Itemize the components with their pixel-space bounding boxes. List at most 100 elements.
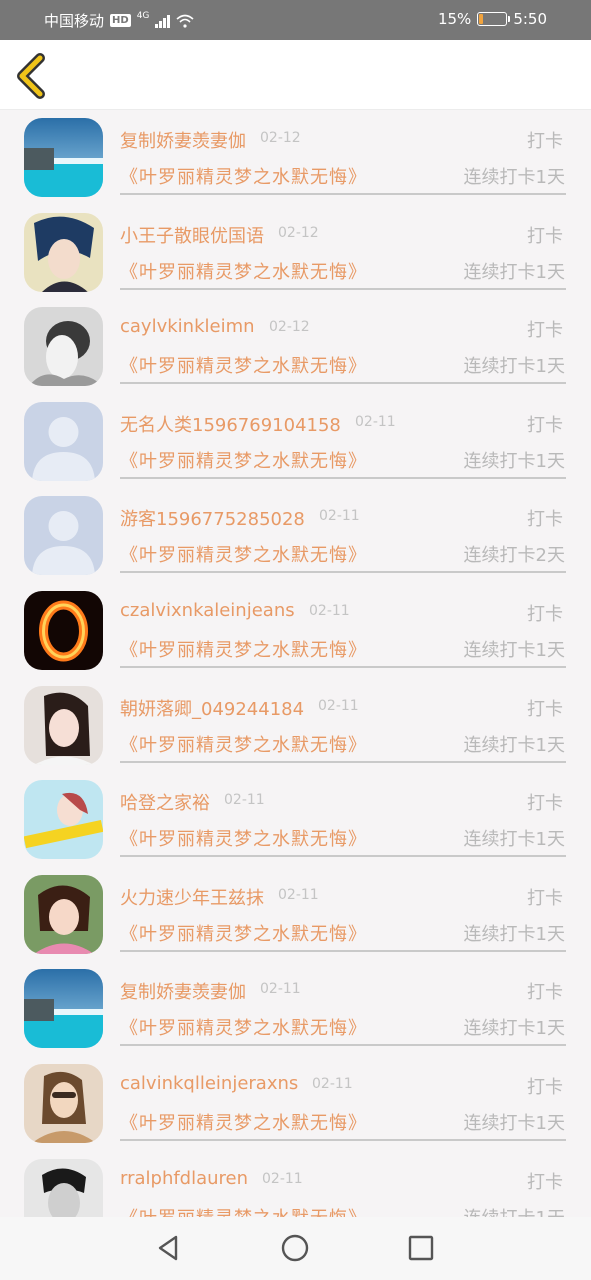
checkin-label: 打卡	[527, 1077, 563, 1098]
streak-label: 连续打卡1天	[463, 734, 565, 756]
checkin-label: 打卡	[527, 793, 563, 815]
list-item[interactable]: caylvkinkleimn 02-12 打卡《叶罗丽精灵梦之水默无悔》 连续打卡1天	[0, 302, 591, 397]
user-name[interactable]: 复制娇妻羡妻伽	[120, 978, 246, 1004]
checkin-label: 打卡	[527, 131, 563, 152]
avatar[interactable]	[24, 780, 103, 860]
streak-label: 连续打卡1天	[463, 450, 565, 472]
avatar[interactable]	[24, 307, 103, 387]
divider	[120, 287, 566, 290]
checkin-date: 02-11	[260, 981, 301, 998]
checkin-date: 02-11	[224, 792, 265, 809]
checkin-label: 打卡	[527, 509, 563, 531]
list-item[interactable]: czalvixnkaleinjeans 02-11 打卡 《叶罗丽精灵梦之水默无悔》 连…	[0, 586, 591, 681]
checkin-date: 02-11	[318, 697, 359, 714]
list-item[interactable]: 哈登之家裕 02-11 打卡《叶罗丽精灵梦之水默无悔》 连续打卡1天	[0, 775, 591, 870]
user-name[interactable]: caylvkinkleimn	[120, 316, 255, 337]
list-item[interactable]: 复制娇妻羡妻伽 02-11 打卡《叶罗丽精灵梦之水默无悔》 连续打卡1天	[0, 964, 591, 1059]
system-nav-bar	[0, 1217, 591, 1280]
avatar[interactable]	[24, 118, 103, 197]
divider	[120, 949, 566, 952]
list-item[interactable]: 朝妍落卿_049244184 02-11 打卡《叶罗丽精灵梦之水默无悔》 连续打卡1天	[0, 681, 591, 776]
user-name[interactable]: calvinkqlleinjeraxns	[120, 1073, 298, 1094]
book-title: 《叶罗丽精灵梦之水默无悔》	[120, 829, 367, 851]
checkin-label: 打卡	[527, 982, 563, 1004]
hd-badge: HD	[110, 14, 131, 27]
book-title: 《叶罗丽精灵梦之水默无悔》	[120, 734, 367, 756]
user-name[interactable]: 复制娇妻羡妻伽	[120, 127, 246, 153]
avatar[interactable]	[24, 874, 103, 954]
streak-label: 连续打卡1天	[463, 356, 565, 378]
book-title: 《叶罗丽精灵梦之水默无悔》	[120, 450, 367, 472]
divider	[120, 760, 566, 763]
battery-icon	[477, 12, 511, 26]
streak-label: 连续打卡2天	[463, 545, 565, 567]
square-recents-icon[interactable]	[406, 1233, 436, 1263]
divider	[120, 1044, 566, 1047]
avatar[interactable]	[24, 496, 103, 576]
network-type: 4G	[136, 10, 150, 21]
battery-percent: 15%	[437, 10, 472, 28]
user-name[interactable]: 哈登之家裕	[120, 789, 210, 815]
avatar[interactable]	[24, 1064, 103, 1143]
user-name[interactable]: 无名人类1596769104158	[120, 411, 341, 437]
divider	[120, 476, 566, 479]
status-bar: 中国移动 HD 4G 15% 5:50	[0, 0, 591, 40]
divider	[120, 571, 566, 574]
checkin-date: 02-11	[312, 1076, 353, 1092]
book-title: 《叶罗丽精灵梦之水默无悔》	[120, 640, 367, 661]
divider	[120, 382, 566, 385]
avatar[interactable]	[24, 212, 103, 292]
avatar[interactable]	[24, 969, 103, 1049]
list-item[interactable]: 复制娇妻羡妻伽 02-12 打卡《叶罗丽精灵梦之水默无悔》 连续打卡1天	[0, 113, 591, 208]
avatar[interactable]	[24, 1158, 103, 1217]
user-name[interactable]: 火力速少年王兹抹	[120, 884, 264, 910]
streak-label: 连续打卡1天	[463, 829, 565, 851]
user-name[interactable]: czalvixnkaleinjeans	[120, 600, 295, 621]
list-item[interactable]: 火力速少年王兹抹 02-11 打卡 《叶罗丽精灵梦之水默无悔》 连续打卡1天	[0, 870, 591, 965]
checkin-date: 02-12	[269, 319, 310, 336]
streak-label: 连续打卡1天	[463, 1018, 565, 1040]
streak-label: 连续打卡1天	[463, 1113, 565, 1134]
circle-home-icon[interactable]	[280, 1233, 310, 1263]
list-item[interactable]: rralphfdlauren 02-11 打卡《叶罗丽精灵梦之水默无悔》 连续打卡1天	[0, 1154, 591, 1217]
user-name[interactable]: rralphfdlauren	[120, 1168, 248, 1189]
checkin-label: 打卡	[527, 320, 563, 342]
streak-label: 连续打卡1天	[464, 1204, 565, 1217]
status-right: 15% 5:50	[438, 10, 547, 28]
book-title: 《叶罗丽精灵梦之水默无悔》	[120, 261, 367, 283]
book-title: 《叶罗丽精灵梦之水默无悔》	[120, 1204, 367, 1217]
book-title: 《叶罗丽精灵梦之水默无悔》	[120, 1018, 367, 1040]
streak-label: 连续打卡1天	[463, 640, 565, 661]
streak-label: 连续打卡1天	[463, 167, 565, 188]
status-left: 中国移动 HD 4G	[44, 10, 194, 31]
checkin-label: 打卡	[527, 887, 563, 909]
checkin-date: 02-11	[319, 508, 360, 525]
avatar[interactable]	[24, 591, 103, 670]
checkin-date: 02-12	[260, 130, 301, 146]
checkin-date: 02-12	[278, 224, 319, 241]
list-item[interactable]: calvinkqlleinjeraxns 02-11 打卡 《叶罗丽精灵梦之水默无悔》…	[0, 1059, 591, 1154]
user-name[interactable]: 朝妍落卿_049244184	[120, 695, 304, 721]
checkin-label: 打卡	[527, 225, 563, 247]
list-item[interactable]: 游客1596775285028 02-11 打卡 《叶罗丽精灵梦之水默无悔》 连续打卡2…	[0, 491, 591, 586]
checkin-label: 打卡	[527, 698, 563, 720]
app-header	[0, 40, 591, 110]
triangle-back-icon[interactable]	[154, 1233, 184, 1263]
book-title: 《叶罗丽精灵梦之水默无悔》	[120, 167, 367, 188]
checkin-label: 打卡	[527, 1171, 563, 1193]
avatar[interactable]	[24, 685, 103, 765]
user-name[interactable]: 游客1596775285028	[120, 505, 305, 531]
checkin-label: 打卡	[527, 414, 563, 436]
checkin-list[interactable]: 复制娇妻羡妻伽 02-12 打卡 《叶罗丽精灵梦之水默无悔》 连续打卡1天 小王子散眼优国…	[0, 111, 591, 1217]
divider	[120, 855, 566, 858]
streak-label: 连续打卡1天	[463, 923, 565, 945]
clock: 5:50	[513, 10, 547, 28]
user-name[interactable]: 小王子散眼优国语	[120, 222, 264, 248]
avatar[interactable]	[24, 401, 103, 481]
chevron-left-icon[interactable]	[12, 52, 52, 100]
list-item[interactable]: 小王子散眼优国语 02-12 打卡 《叶罗丽精灵梦之水默无悔》 连续打卡1天	[0, 208, 591, 303]
book-title: 《叶罗丽精灵梦之水默无悔》	[120, 356, 367, 378]
signal-bars-icon	[155, 14, 171, 28]
checkin-date: 02-11	[278, 886, 319, 903]
list-item[interactable]: 无名人类1596769104158 02-11 打卡 《叶罗丽精灵梦之水默无悔》 连续打…	[0, 397, 591, 492]
